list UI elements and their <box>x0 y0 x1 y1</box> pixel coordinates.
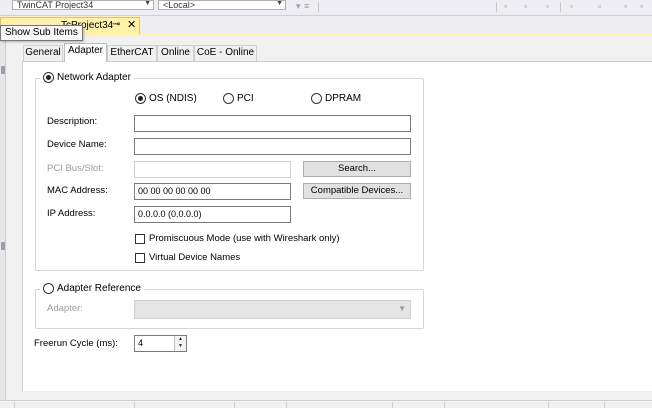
toolbar-button-icon[interactable]: ▫ <box>570 1 573 11</box>
adapter-label: Adapter: <box>47 303 83 314</box>
description-field[interactable] <box>134 115 411 132</box>
tab-label: Adapter <box>67 45 104 56</box>
project-combo-text: TwinCAT Project34 <box>17 0 94 10</box>
adapter-reference-radio[interactable] <box>43 283 54 294</box>
chevron-down-icon: ▼ <box>144 0 151 7</box>
target-combo-text: <Local> <box>163 0 196 10</box>
search-button[interactable]: Search... <box>303 161 411 177</box>
column-divider <box>14 402 15 408</box>
tab-online[interactable]: Online <box>157 45 194 61</box>
tab-coe-online[interactable]: CoE - Online <box>194 45 257 61</box>
os-ndis-radio[interactable] <box>135 93 146 104</box>
edge-marker <box>1 242 5 250</box>
pin-icon[interactable]: ⊸ <box>112 19 120 30</box>
toolbar-button-icon[interactable]: ▫ <box>598 1 601 11</box>
pci-bus-label: PCI Bus/Slot: <box>47 163 104 174</box>
toolbar-separator <box>318 2 319 12</box>
freerun-cycle-stepper[interactable]: 4 ▲ ▼ <box>134 335 187 352</box>
chevron-down-icon: ▼ <box>398 304 406 313</box>
toolbar-overflow-icon[interactable]: ≡ <box>304 1 309 11</box>
tab-label: General <box>25 47 61 58</box>
option-dpram[interactable]: DPRAM <box>311 93 361 104</box>
description-label: Description: <box>47 116 98 127</box>
toolbar-button-icon[interactable]: ▫ <box>546 1 549 11</box>
adapter-select: ▼ <box>134 300 411 319</box>
tab-label: CoE - Online <box>196 47 255 58</box>
mac-address-label: MAC Address: <box>47 185 108 196</box>
toolbar-button-icon[interactable]: ▫ <box>624 1 627 11</box>
triangle-up-icon[interactable]: ▲ <box>175 336 186 343</box>
bottom-panel-strip <box>0 400 652 408</box>
dpram-radio[interactable] <box>311 93 322 104</box>
edge-marker <box>1 66 5 74</box>
tab-label: Online <box>161 47 190 58</box>
tab-accent-line <box>0 34 652 36</box>
promiscuous-mode-checkbox[interactable] <box>135 233 145 244</box>
virtual-device-names-checkbox[interactable] <box>135 252 145 263</box>
tab-adapter[interactable]: Adapter <box>64 43 107 62</box>
left-edge-strip <box>0 36 6 400</box>
compatible-devices-button[interactable]: Compatible Devices... <box>303 183 411 199</box>
close-icon[interactable]: ✕ <box>127 18 136 31</box>
os-ndis-label: OS (NDIS) <box>149 93 197 104</box>
toolbar-dropdown-icon[interactable]: ▾ <box>296 1 301 12</box>
network-adapter-title[interactable]: Network Adapter <box>40 72 134 83</box>
toolbar-button-icon[interactable]: ▫ <box>524 1 527 11</box>
freerun-cycle-value: 4 <box>138 338 144 348</box>
ip-address-field[interactable]: 0.0.0.0 (0.0.0.0) <box>134 206 291 223</box>
freerun-cycle-label: Freerun Cycle (ms): <box>34 338 118 349</box>
device-name-label: Device Name: <box>47 139 107 150</box>
column-divider <box>548 402 549 408</box>
pci-label: PCI <box>237 93 254 104</box>
adapter-page: Network Adapter OS (NDIS) PCI DPRAM Desc… <box>22 61 652 391</box>
chevron-down-icon: ▼ <box>276 0 283 7</box>
virtual-device-names-option[interactable]: Virtual Device Names <box>135 252 240 263</box>
column-divider <box>604 402 605 408</box>
mac-address-field[interactable]: 00 00 00 00 00 00 <box>134 183 291 200</box>
tooltip: Show Sub Items <box>0 25 83 41</box>
network-adapter-label: Network Adapter <box>57 72 131 83</box>
tab-ethercat[interactable]: EtherCAT <box>107 45 157 61</box>
toolbar-separator <box>496 2 497 12</box>
column-divider <box>134 402 135 408</box>
column-divider <box>234 402 235 408</box>
option-os-ndis[interactable]: OS (NDIS) <box>135 93 197 104</box>
tab-general[interactable]: General <box>23 45 63 61</box>
tab-label: EtherCAT <box>110 47 154 58</box>
dpram-label: DPRAM <box>325 93 362 104</box>
pci-bus-field <box>134 161 291 178</box>
toolbar-button-icon[interactable]: ▫ <box>640 1 643 11</box>
triangle-down-icon[interactable]: ▼ <box>175 343 186 350</box>
promiscuous-mode-option[interactable]: Promiscuous Mode (use with Wireshark onl… <box>135 233 340 244</box>
toolbar-separator <box>560 2 561 12</box>
adapter-reference-label: Adapter Reference <box>57 283 141 294</box>
project-combo[interactable]: TwinCAT Project34 ▼ <box>12 0 154 10</box>
target-combo[interactable]: <Local> ▼ <box>158 0 286 10</box>
column-divider <box>392 402 393 408</box>
column-divider <box>444 402 445 408</box>
toolbar-button-icon[interactable]: ▫ <box>504 1 507 11</box>
promiscuous-mode-label: Promiscuous Mode (use with Wireshark onl… <box>149 233 340 244</box>
device-name-field[interactable] <box>134 138 411 155</box>
top-toolbar: TwinCAT Project34 ▼ <Local> ▼ ▾ ≡ ▫ ▫ ▫ … <box>0 0 652 16</box>
option-pci[interactable]: PCI <box>223 93 254 104</box>
pci-radio[interactable] <box>223 93 234 104</box>
network-adapter-radio[interactable] <box>43 72 54 83</box>
ip-address-label: IP Address: <box>47 208 96 219</box>
virtual-device-names-label: Virtual Device Names <box>149 252 241 263</box>
column-divider <box>286 402 287 408</box>
adapter-reference-title[interactable]: Adapter Reference <box>40 283 144 294</box>
spin-buttons: ▲ ▼ <box>174 336 186 351</box>
